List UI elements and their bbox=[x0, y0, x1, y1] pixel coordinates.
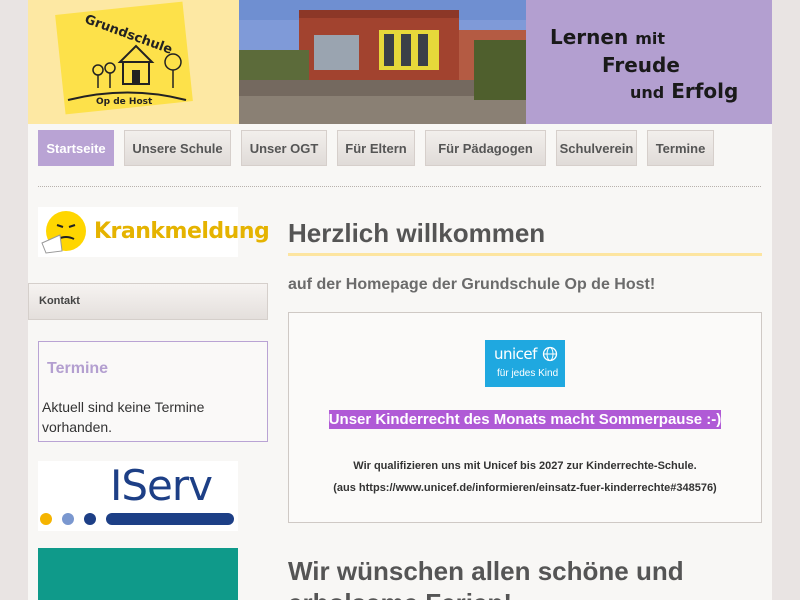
nav-item-startseite[interactable]: Startseite bbox=[38, 130, 114, 166]
slogan-word: mit bbox=[635, 29, 665, 48]
unicef-box: unicef für jedes Kind Unser Kinderrecht … bbox=[288, 312, 762, 523]
termine-text: Aktuell sind keine Termine vorhanden. bbox=[42, 399, 205, 435]
globe-icon bbox=[542, 346, 558, 362]
iserv-logo[interactable]: IServ bbox=[38, 461, 238, 531]
slogan: Lernen mit Freude und Erfolg bbox=[550, 24, 738, 106]
nav-item-schulverein[interactable]: Schulverein bbox=[556, 130, 637, 166]
kinderrecht-highlight: Unser Kinderrecht des Monats macht Somme… bbox=[289, 410, 761, 429]
partner-banner[interactable] bbox=[38, 548, 238, 600]
slogan-word: Lernen bbox=[550, 25, 629, 49]
nav-item-fuer-paedagogen[interactable]: Für Pädagogen bbox=[425, 130, 546, 166]
krankmeldung-banner[interactable]: Krankmeldung bbox=[38, 207, 270, 257]
slogan-panel: Lernen mit Freude und Erfolg bbox=[526, 0, 772, 124]
nav-item-fuer-eltern[interactable]: Für Eltern bbox=[337, 130, 415, 166]
unicef-logo-sub: für jedes Kind bbox=[497, 368, 559, 379]
kinderrecht-highlight-text: Unser Kinderrecht des Monats macht Somme… bbox=[328, 410, 722, 429]
unicef-source-link[interactable]: (aus https://www.unicef.de/informieren/e… bbox=[289, 482, 761, 494]
school-photo bbox=[239, 0, 526, 124]
page-subtitle: auf der Homepage der Grundschule Op de H… bbox=[288, 276, 656, 293]
slogan-word: Freude bbox=[602, 53, 680, 77]
school-logo-graphic: Grundschule Op de Host bbox=[55, 1, 193, 115]
school-logo[interactable]: Grundschule Op de Host bbox=[28, 0, 239, 124]
unicef-logo[interactable]: unicef für jedes Kind bbox=[485, 340, 565, 387]
logo-school-place: Op de Host bbox=[96, 97, 153, 107]
nav-item-termine[interactable]: Termine bbox=[647, 130, 714, 166]
main-nav: Startseite Unsere Schule Unser OGT Für E… bbox=[28, 124, 772, 184]
sick-face-icon bbox=[41, 211, 86, 254]
krankmeldung-label: Krankmeldung bbox=[94, 219, 270, 244]
title-underline bbox=[288, 253, 762, 256]
nav-item-unsere-schule[interactable]: Unsere Schule bbox=[124, 130, 231, 166]
nav-item-unser-ogt[interactable]: Unser OGT bbox=[241, 130, 327, 166]
page-title: Herzlich willkommen bbox=[288, 218, 546, 248]
unicef-text: Wir qualifizieren uns mit Unicef bis 202… bbox=[353, 460, 697, 472]
termine-widget: Termine Aktuell sind keine Termine vorha… bbox=[38, 341, 268, 442]
unicef-logo-name: unicef bbox=[494, 345, 537, 363]
page: Grundschule Op de Host Lernen mit Freude… bbox=[28, 0, 772, 600]
nav-divider bbox=[38, 186, 761, 187]
school-building-image bbox=[239, 0, 526, 124]
iserv-dots-icon bbox=[40, 513, 234, 525]
site-header: Grundschule Op de Host Lernen mit Freude… bbox=[28, 0, 772, 124]
termine-title: Termine bbox=[47, 360, 109, 377]
ferien-heading: Wir wünschen allen schöne und erholsame … bbox=[288, 556, 684, 600]
kontakt-link[interactable]: Kontakt bbox=[28, 283, 268, 320]
slogan-word: Erfolg bbox=[671, 79, 739, 103]
slogan-word: und bbox=[630, 83, 665, 102]
